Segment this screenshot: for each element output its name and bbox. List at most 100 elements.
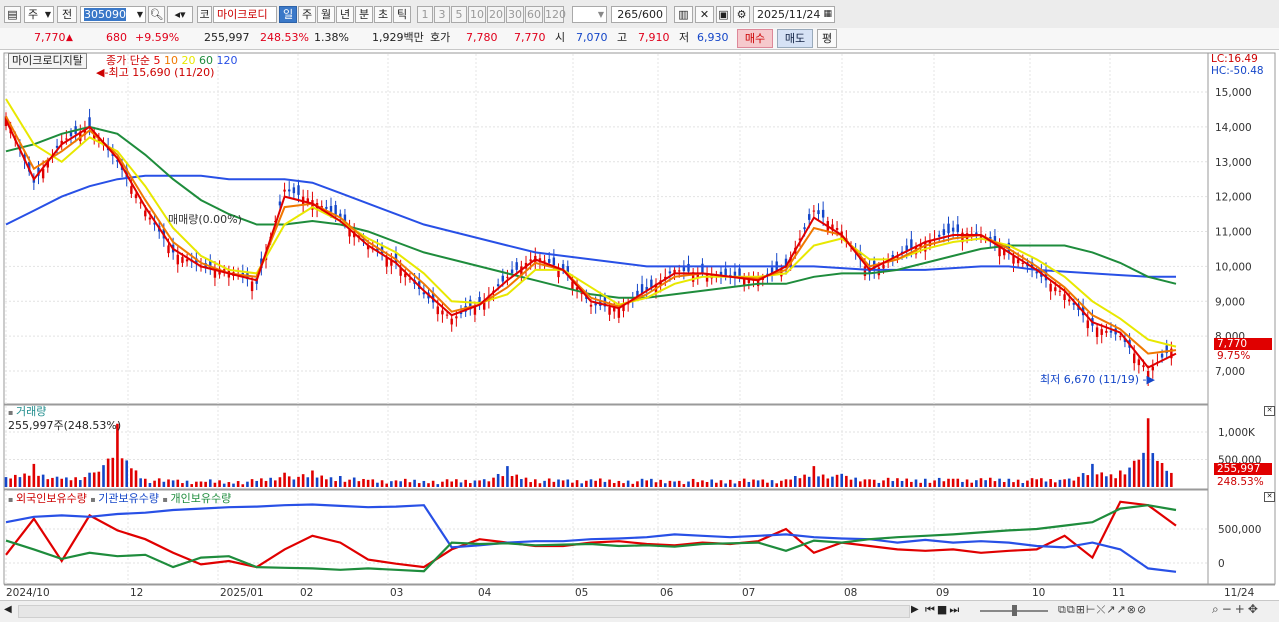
open-value: 7,070 [576,31,608,44]
chart-canvas[interactable]: 15,000 14,000 13,000 12,000 11,000 10,000 9,00… [0,50,1279,621]
tab-period-3[interactable]: 년 [336,6,354,23]
volume-bar [566,479,570,487]
stock-label: 마이크로디지탈 [12,54,83,67]
candle-body [1063,294,1066,301]
candle-body [682,267,686,272]
zoom-slider-handle[interactable] [1012,605,1017,616]
interval-60[interactable]: 60 [525,6,543,23]
rewind-icon[interactable]: ⏮ [925,603,937,616]
volume-bar [348,479,351,487]
x-tick-label: 07 [742,587,755,599]
hc-label: HC:-50.48 [1211,65,1264,77]
candle-body [455,316,458,319]
tab-period-4[interactable]: 분 [355,6,373,23]
candle-body [144,210,147,217]
zoom-tools[interactable]: ⌕−+✥ [1212,602,1261,617]
high-marker: ◀‑최고 15,690 (11/20) [96,66,215,79]
volume-bar [1049,479,1052,487]
gear-icon[interactable]: ⚙ [733,6,750,23]
volume-bar [975,480,978,487]
candle-body [130,186,133,194]
horizontal-scrollbar[interactable] [18,605,910,618]
volume-bar [538,483,542,487]
panel-close-icon[interactable]: ✕ [1264,492,1275,502]
crosshair-icon[interactable]: ✕ [695,6,714,23]
prev-button[interactable]: 전 [57,6,77,23]
buy-button[interactable]: 매수 [737,29,773,48]
legend-institution: 기관보유수량 [98,492,160,505]
volume-bar [181,483,184,487]
scroll-left-icon[interactable]: ◀ [4,604,12,615]
tab-period-0[interactable]: 일 [279,6,297,23]
move-icon[interactable]: ✥ [1248,602,1261,616]
candle-body [1105,330,1108,333]
volume-bar [473,480,477,487]
stock-code-input[interactable]: 305090 ▼ [80,6,146,23]
volume-bar [947,478,950,487]
eval-button[interactable]: 평 [817,29,837,48]
minus-icon[interactable]: − [1222,602,1235,616]
playback-controls[interactable]: ⏮■⏭ [925,603,961,617]
volume-bar [691,478,695,487]
volume-bar [863,479,867,487]
tab-period-1[interactable]: 주 [298,6,316,23]
interval-30[interactable]: 30 [506,6,524,23]
volume-bar [1114,478,1117,487]
speaker-icon[interactable]: ◂▾ [167,6,193,23]
drawing-tools[interactable]: ⧉⧉⊞⊢⤬↗↗⊗⊘ [1058,603,1147,617]
count-field[interactable]: 265/600 [611,6,667,23]
volume-bar [246,481,249,487]
volume-bar [928,482,932,487]
volume-bar [580,483,584,487]
candle-body [325,206,328,209]
panel-close-icon[interactable]: ✕ [1264,406,1275,416]
window-menu-icon[interactable]: ▤ [4,6,21,23]
tab-period-6[interactable]: 틱 [393,6,411,23]
candle-type-icon[interactable]: ▥ [674,6,693,23]
period-code-select[interactable]: 주 ▼ [24,6,54,23]
tab-period-2[interactable]: 월 [317,6,335,23]
volume-bar [357,481,361,487]
volume-bar [872,479,876,487]
volume-bar [441,481,444,487]
stock-name-field[interactable]: 마이크로디 [213,6,277,23]
open-label: 시 [555,31,566,44]
interval-select[interactable]: ▼ [572,6,607,23]
search-icon[interactable]: 🔍︎ [148,6,165,23]
volume-bar [529,482,532,487]
candle-body [176,254,179,265]
volume-bar [167,479,170,487]
volume-bar [366,479,370,487]
scroll-right-icon[interactable]: ▶ [911,604,919,615]
volume-bar [1063,479,1066,487]
stock-label-box[interactable]: 마이크로디지탈 [8,53,87,69]
interval-120[interactable]: 120 [544,6,566,23]
stop-icon[interactable]: ■ [937,603,949,616]
x-tick-label: 04 [478,587,492,599]
stock-name-text: 마이크로디 [217,8,268,21]
volume-bar [1016,479,1020,487]
candle-body [668,271,672,274]
interval-20[interactable]: 20 [487,6,505,23]
volume-bar [134,470,138,487]
interval-3[interactable]: 3 [434,6,450,23]
candle-body [608,307,611,315]
volume-bar [742,478,746,487]
interval-5[interactable]: 5 [451,6,467,23]
search-icon[interactable]: ⌕ [1212,602,1222,616]
interval-10[interactable]: 10 [468,6,486,23]
tab-period-5[interactable]: 초 [374,6,392,23]
plus-icon[interactable]: + [1235,602,1248,616]
volume-bar [334,481,337,487]
volume-bar [552,481,556,487]
legend-individual: 개인보유수량 [170,492,232,505]
volume-bar [1165,470,1169,487]
save-icon[interactable]: ▣ [716,6,731,23]
interval-1[interactable]: 1 [417,6,433,23]
volume-bar [111,457,115,487]
date-field[interactable]: 2025/11/24 ▦ [753,6,835,23]
candle-body [678,270,681,272]
forward-icon[interactable]: ⏭ [949,603,961,616]
sell-button[interactable]: 매도 [777,29,813,48]
price-tick-label: 13,000 [1215,157,1252,169]
